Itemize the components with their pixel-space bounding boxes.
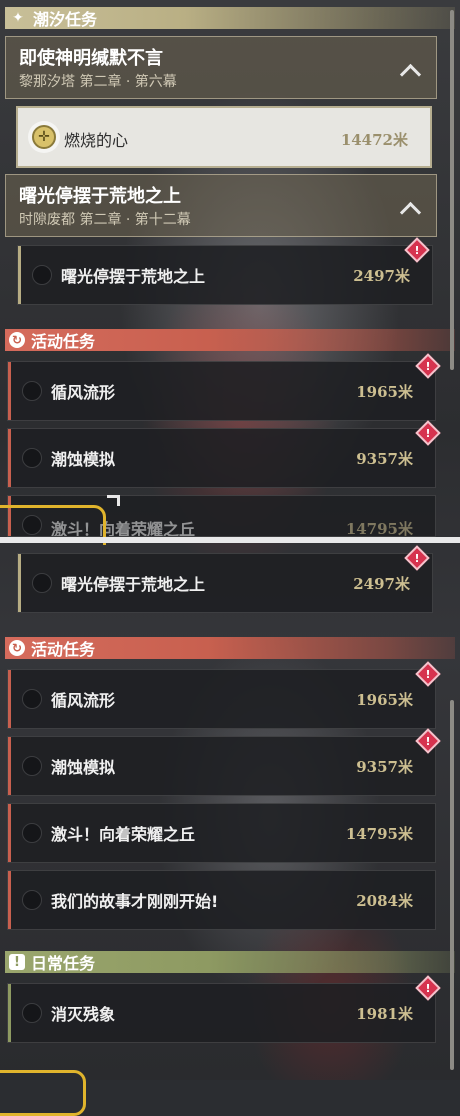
task-name: 消灭残象 — [51, 1005, 116, 1024]
task-accent-bar — [8, 429, 11, 487]
star-sparkle-icon: ✦ — [12, 10, 24, 26]
task-name: 我们的故事才刚刚开始! — [51, 892, 219, 911]
task-status-circle — [22, 689, 42, 709]
task-item[interactable]: 曙光停摆于荒地之上 2497米 — [17, 245, 433, 305]
scrollbar-bottom[interactable] — [450, 700, 454, 1070]
corner-bracket-icon — [107, 495, 120, 506]
task-distance: 2084米 — [356, 892, 413, 910]
task-status-circle — [22, 823, 42, 843]
chevron-up-icon[interactable] — [399, 201, 422, 224]
section-label: 活动任务 — [31, 332, 96, 351]
task-accent-bar — [18, 246, 21, 304]
task-name: 潮蚀模拟 — [51, 450, 116, 469]
chapter-header-1[interactable]: 即使神明缄默不言 黎那汐塔 第二章 · 第六幕 — [5, 36, 437, 99]
task-item[interactable]: 我们的故事才刚刚开始! 2084米 — [7, 870, 436, 930]
section-label: 日常任务 — [31, 954, 96, 973]
task-item[interactable]: 曙光停摆于荒地之上 2497米 — [17, 553, 433, 613]
task-status-circle — [22, 448, 42, 468]
task-item[interactable]: 激斗！向着荣耀之丘 14795米 — [7, 803, 436, 863]
task-accent-bar — [8, 804, 11, 862]
task-status-circle — [22, 1003, 42, 1023]
task-name: 循风流形 — [51, 383, 116, 402]
chapter-title: 曙光停摆于荒地之上 — [19, 186, 181, 207]
task-distance: 2497米 — [353, 575, 410, 593]
task-item[interactable]: 循风流形 1965米 — [7, 361, 436, 421]
track-target-icon: ✛ — [32, 125, 56, 149]
task-item[interactable]: 消灭残象 1981米 — [7, 983, 436, 1043]
task-item[interactable]: 循风流形 1965米 — [7, 669, 436, 729]
task-status-circle — [22, 756, 42, 776]
task-distance: 14795米 — [345, 825, 413, 843]
section-header-tide[interactable]: ✦ 潮汐任务 — [5, 7, 455, 29]
tracking-ring-icon — [0, 1070, 86, 1116]
task-distance: 9357米 — [356, 758, 413, 776]
chapter-header-2[interactable]: 曙光停摆于荒地之上 时隙废都 第二章 · 第十二幕 — [5, 174, 437, 237]
task-accent-bar — [8, 362, 11, 420]
task-name: 燃烧的心 — [64, 131, 129, 150]
task-status-circle — [22, 890, 42, 910]
task-accent-bar — [18, 554, 21, 612]
task-distance: 2497米 — [353, 267, 410, 285]
task-item[interactable]: 潮蚀模拟 9357米 — [7, 736, 436, 796]
task-item[interactable]: 潮蚀模拟 9357米 — [7, 428, 436, 488]
task-distance: 14472米 — [340, 131, 408, 149]
task-distance: 14795米 — [345, 520, 413, 537]
chapter-title: 即使神明缄默不言 — [19, 48, 163, 69]
task-accent-bar — [8, 737, 11, 795]
task-accent-bar — [8, 984, 11, 1042]
task-status-circle — [22, 381, 42, 401]
section-label: 活动任务 — [31, 640, 96, 659]
task-distance: 9357米 — [356, 450, 413, 468]
section-header-event[interactable]: ↻ 活动任务 — [5, 329, 455, 351]
refresh-circle-icon: ↻ — [9, 640, 25, 656]
task-distance: 1981米 — [356, 1005, 413, 1023]
scrollbar-top[interactable] — [450, 10, 454, 370]
chapter-subtitle: 时隙废都 第二章 · 第十二幕 — [19, 212, 191, 228]
exclamation-box-icon: ! — [9, 954, 25, 970]
task-distance: 1965米 — [356, 383, 413, 401]
task-name: 循风流形 — [51, 691, 116, 710]
task-status-circle — [32, 265, 52, 285]
task-status-circle — [32, 573, 52, 593]
chevron-up-icon[interactable] — [399, 63, 422, 86]
task-accent-bar — [8, 670, 11, 728]
section-header-event[interactable]: ↻ 活动任务 — [5, 637, 455, 659]
task-name: 潮蚀模拟 — [51, 758, 116, 777]
task-accent-bar — [8, 871, 11, 929]
task-name: 曙光停摆于荒地之上 — [61, 575, 206, 594]
chapter-subtitle: 黎那汐塔 第二章 · 第六幕 — [19, 74, 177, 90]
section-header-daily[interactable]: ! 日常任务 — [5, 951, 455, 973]
task-name: 激斗！向着荣耀之丘 — [51, 825, 196, 844]
section-label: 潮汐任务 — [33, 10, 98, 29]
refresh-circle-icon: ↻ — [9, 332, 25, 348]
task-name: 曙光停摆于荒地之上 — [61, 267, 206, 286]
task-item-tracked[interactable]: ✛ 燃烧的心 14472米 — [16, 106, 432, 168]
divider — [0, 537, 460, 543]
task-distance: 1965米 — [356, 691, 413, 709]
